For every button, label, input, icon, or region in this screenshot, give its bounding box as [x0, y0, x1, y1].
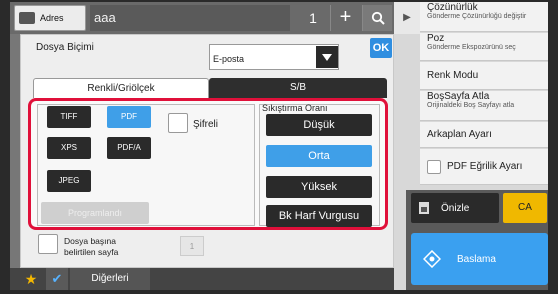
chevron-down-icon: [322, 53, 332, 61]
start-diamond-icon: [423, 250, 441, 268]
menu-item-color-mode[interactable]: Renk Modu: [420, 62, 548, 90]
menu-item-resolution[interactable]: Çözünürlük Gönderme Çözünürlüğü değiştir: [420, 2, 548, 32]
tab-color-grayscale[interactable]: Renkli/Griölçek: [33, 78, 209, 98]
menu-item-pdf-skew-adjust[interactable]: PDF Eğrilik Ayarı: [420, 149, 548, 185]
bezel-right: [548, 0, 558, 294]
check-icon[interactable]: ✔: [46, 268, 68, 290]
address-label: Adres: [40, 13, 64, 23]
compression-label: Sıkıştırma Oranı: [262, 103, 328, 113]
menu-item-background-adjust[interactable]: Arkaplan Ayarı: [420, 122, 548, 148]
search-button[interactable]: [362, 5, 392, 31]
menu-toggle-arrow[interactable]: ▶: [394, 2, 420, 34]
destination-count: 1: [309, 10, 317, 26]
address-input[interactable]: aaa: [90, 5, 290, 31]
file-type-tiff[interactable]: TIFF: [47, 106, 91, 128]
per-file-pages-input[interactable]: 1: [180, 236, 204, 256]
compression-low-button[interactable]: Düşük: [266, 114, 372, 136]
file-format-label: Dosya Biçimi: [36, 42, 94, 53]
add-destination-button[interactable]: +: [330, 5, 360, 31]
compression-high-button[interactable]: Yüksek: [266, 176, 372, 198]
format-select-dropdown[interactable]: [316, 46, 338, 68]
clear-all-button[interactable]: CA: [503, 193, 547, 223]
programmed-button[interactable]: Programlandı: [41, 202, 149, 224]
ok-button[interactable]: OK: [370, 38, 392, 58]
start-button[interactable]: Baslama: [411, 233, 548, 285]
tab-black-white[interactable]: S/B: [209, 78, 387, 98]
others-button[interactable]: Diğerleri: [70, 268, 150, 290]
bezel-bottom: [0, 290, 558, 294]
encrypted-checkbox[interactable]: [168, 113, 188, 133]
per-file-pages-checkbox[interactable]: [38, 234, 58, 254]
file-type-pdf[interactable]: PDF: [107, 106, 151, 128]
menu-item-exposure[interactable]: Poz Gönderme Ekspozürünü seç: [420, 33, 548, 61]
compression-bk-letter-emphasis-button[interactable]: Bk Harf Vurgusu: [266, 205, 372, 227]
per-file-pages-label: Dosya başına belirtilen sayfa: [64, 236, 119, 257]
document-icon: [419, 202, 429, 214]
preview-button[interactable]: Önizle: [411, 193, 499, 223]
address-book-icon: [19, 12, 35, 24]
encrypted-label: Şifreli: [193, 119, 219, 130]
format-select-value: E-posta: [213, 54, 245, 64]
bezel-left: [0, 0, 10, 294]
search-icon: [371, 11, 385, 25]
star-icon[interactable]: ★: [20, 269, 42, 289]
compression-medium-button[interactable]: Orta: [266, 145, 372, 167]
side-strip: [10, 34, 20, 268]
address-book-button[interactable]: Adres: [14, 5, 86, 31]
file-type-xps[interactable]: XPS: [47, 137, 91, 159]
file-type-jpeg[interactable]: JPEG: [47, 170, 91, 192]
file-type-pdfa[interactable]: PDF/A: [107, 137, 151, 159]
pdf-skew-checkbox[interactable]: [427, 159, 441, 174]
menu-item-blank-page-skip[interactable]: BoşSayfa Atla Orijinaldeki Boş Sayfayı a…: [420, 91, 548, 121]
